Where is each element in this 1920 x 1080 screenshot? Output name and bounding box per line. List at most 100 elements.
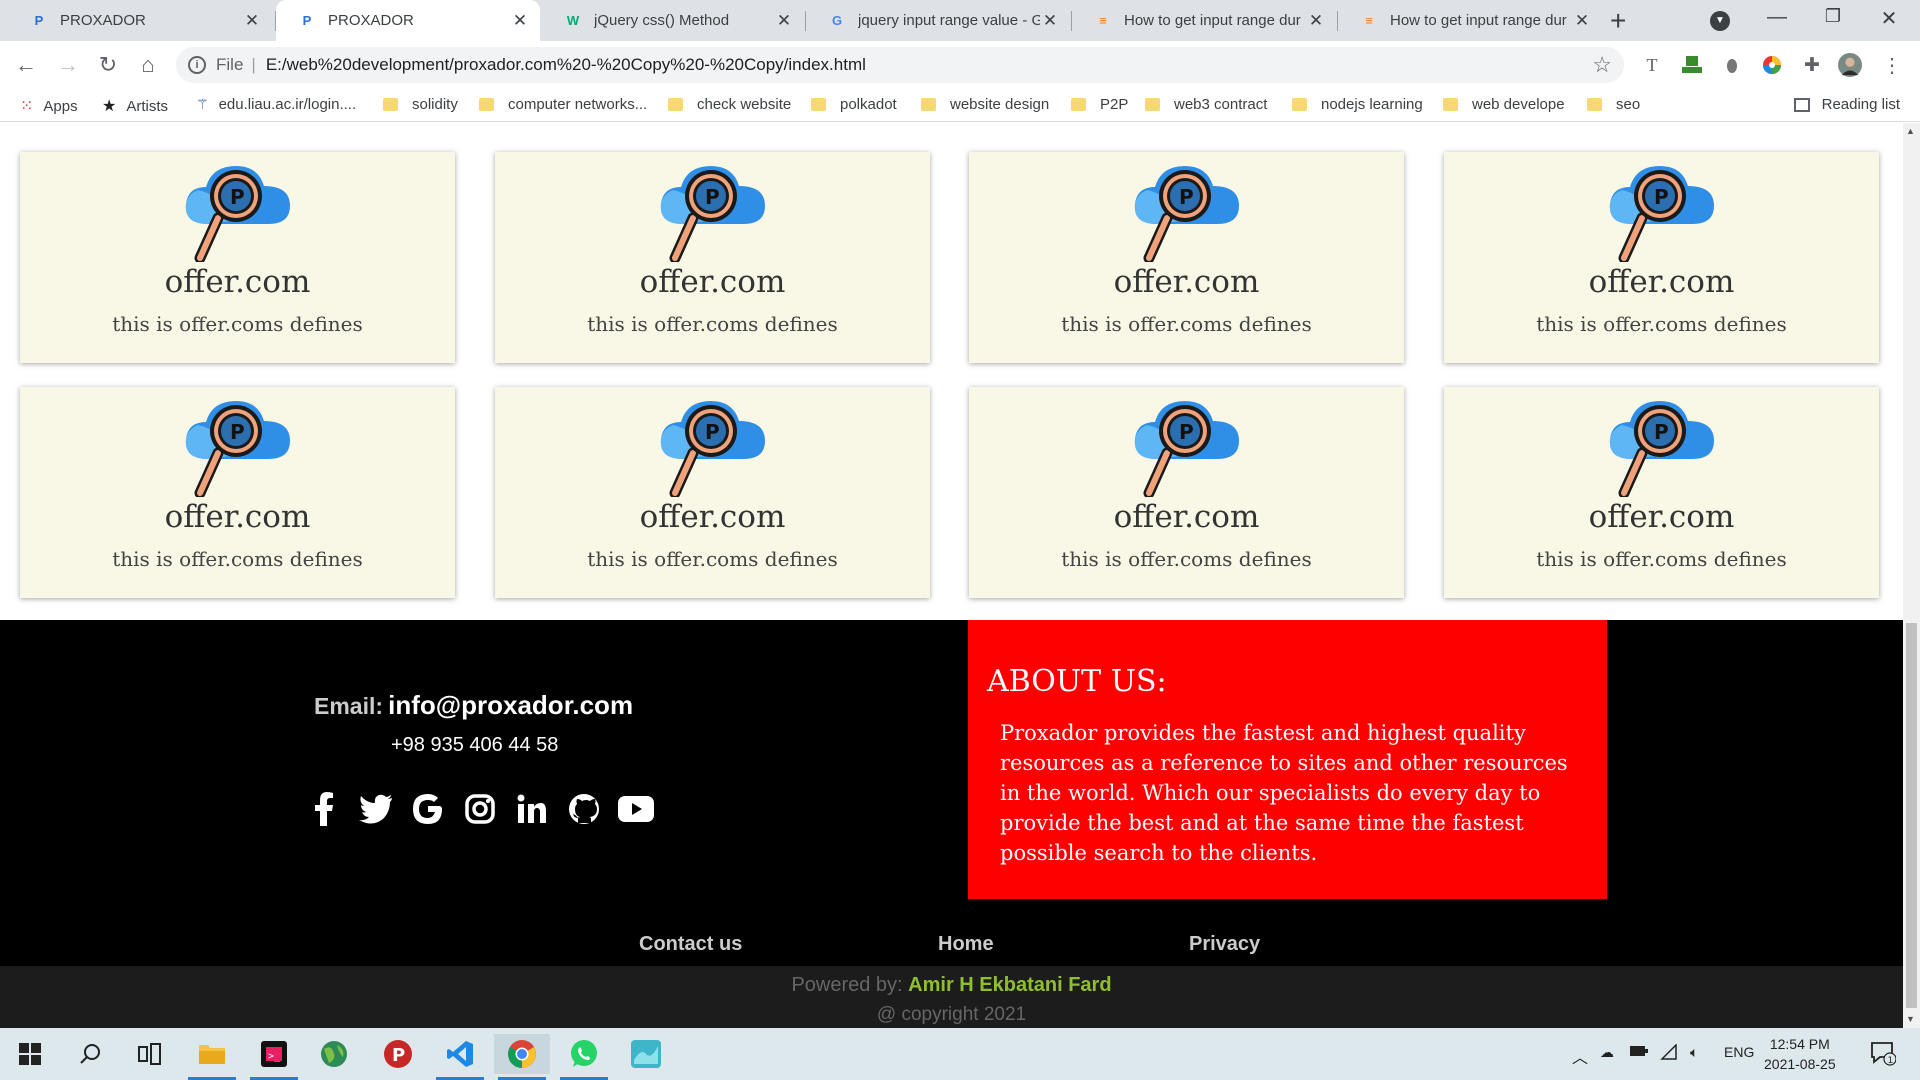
onedrive-cloud-icon[interactable]: ☁ xyxy=(1600,1044,1614,1061)
globe-app-icon[interactable] xyxy=(306,1034,362,1074)
volume-icon[interactable]: 🔈︎ xyxy=(1690,1044,1698,1061)
offer-card[interactable]: offer.com this is offer.coms defines xyxy=(495,387,930,598)
bookmark-folder[interactable]: computer networks... xyxy=(479,96,647,113)
offer-card[interactable]: offer.com this is offer.coms defines xyxy=(1444,387,1879,598)
reload-icon[interactable]: ↻ xyxy=(94,51,122,79)
profile-avatar[interactable] xyxy=(1838,53,1862,77)
offer-card[interactable]: offer.com this is offer.coms defines xyxy=(969,387,1404,598)
browser-tab[interactable]: ≡ How to get input range dur ✕ xyxy=(1338,0,1602,41)
html-extension-icon[interactable] xyxy=(1680,53,1704,77)
browser-tab[interactable]: G jquery input range value - G ✕ xyxy=(806,0,1070,41)
system-clock[interactable]: 12:54 PM 2021-08-25 xyxy=(1764,1034,1836,1074)
footer-link-privacy[interactable]: Privacy xyxy=(1189,933,1260,956)
card-description: this is offer.coms defines xyxy=(1536,312,1787,336)
address-bar[interactable]: i File | E:/web%20development/proxador.c… xyxy=(176,47,1624,83)
translate-extension-icon[interactable]: T xyxy=(1640,53,1664,77)
task-view-icon[interactable] xyxy=(122,1034,178,1074)
url-text[interactable]: E:/web%20development/proxador.com%20-%20… xyxy=(266,55,866,75)
linkedin-icon[interactable] xyxy=(513,790,551,828)
chrome-icon[interactable] xyxy=(494,1034,550,1080)
bookmark-folder[interactable]: polkadot xyxy=(811,96,897,113)
bookmark-folder[interactable]: check website xyxy=(668,96,791,113)
author-name: Amir H Ekbatani Fard xyxy=(908,974,1112,996)
folder-icon xyxy=(811,98,826,111)
mail-app-icon[interactable] xyxy=(618,1034,674,1074)
proxador-app-icon[interactable]: P xyxy=(370,1034,426,1074)
bookmark-folder[interactable]: web3 contract xyxy=(1145,96,1267,113)
youtube-icon[interactable] xyxy=(617,790,655,828)
file-explorer-icon[interactable] xyxy=(184,1034,240,1080)
proxador-logo-icon xyxy=(1602,154,1720,262)
bookmark-folder[interactable]: solidity xyxy=(383,96,458,113)
restore-icon[interactable]: ❐ xyxy=(1810,6,1856,27)
apps-grid-icon: ⁙ xyxy=(20,98,34,115)
university-icon: ⚚ xyxy=(196,96,209,112)
forward-arrow-icon[interactable]: → xyxy=(54,51,82,79)
vscode-icon[interactable] xyxy=(432,1034,488,1080)
instagram-icon[interactable] xyxy=(461,790,499,828)
home-icon[interactable]: ⌂ xyxy=(134,51,162,79)
language-indicator[interactable]: ENG xyxy=(1724,1044,1754,1060)
footer-link-home[interactable]: Home xyxy=(938,933,994,956)
site-info-icon[interactable]: i xyxy=(188,56,206,74)
browser-tab[interactable]: W jQuery css() Method ✕ xyxy=(542,0,804,41)
terminal-icon[interactable]: >_ xyxy=(246,1034,302,1080)
browser-tab[interactable]: ≡ How to get input range dur ✕ xyxy=(1072,0,1336,41)
bookmark-folder[interactable]: seo xyxy=(1587,96,1640,113)
notifications-icon[interactable]: 1 xyxy=(1870,1040,1897,1069)
bookmark-star-icon[interactable]: ☆ xyxy=(1592,52,1612,78)
bookmark-apps[interactable]: ⁙ Apps xyxy=(20,96,78,116)
browser-tab[interactable]: P PROXADOR ✕ xyxy=(8,0,272,41)
bookmark-folder[interactable]: nodejs learning xyxy=(1292,96,1423,113)
bookmark-folder[interactable]: P2P xyxy=(1071,96,1128,113)
github-icon[interactable] xyxy=(565,790,603,828)
offer-card[interactable]: offer.com this is offer.coms defines xyxy=(20,152,455,363)
new-tab-button[interactable]: + xyxy=(1610,5,1626,37)
close-tab-icon[interactable]: ✕ xyxy=(774,11,794,31)
bookmark-folder[interactable]: web develope xyxy=(1443,96,1565,113)
whatsapp-icon[interactable] xyxy=(556,1034,612,1080)
close-tab-icon[interactable]: ✕ xyxy=(510,11,530,31)
scrollbar-thumb[interactable] xyxy=(1906,623,1917,1008)
tab-title: How to get input range dur xyxy=(1390,12,1567,29)
extensions-puzzle-icon[interactable]: ✚ xyxy=(1800,53,1824,77)
tab-title: PROXADOR xyxy=(328,12,414,29)
twitter-icon[interactable] xyxy=(357,790,395,828)
scroll-up-arrow-icon[interactable]: ▲ xyxy=(1906,126,1915,136)
w3schools-icon: W xyxy=(566,13,580,28)
tray-overflow-chevron-icon[interactable]: ︿ xyxy=(1572,1044,1588,1068)
wifi-icon[interactable] xyxy=(1660,1043,1678,1063)
card-description: this is offer.coms defines xyxy=(1061,547,1312,571)
tab-search-icon[interactable]: ▼ xyxy=(1710,11,1730,31)
close-tab-icon[interactable]: ✕ xyxy=(1040,11,1060,31)
email-link[interactable]: info@proxador.com xyxy=(388,690,633,720)
reading-list-button[interactable]: Reading list xyxy=(1793,96,1900,113)
close-tab-icon[interactable]: ✕ xyxy=(242,11,262,31)
close-tab-icon[interactable]: ✕ xyxy=(1306,11,1326,31)
facebook-icon[interactable] xyxy=(305,790,343,828)
offer-card[interactable]: offer.com this is offer.coms defines xyxy=(1444,152,1879,363)
bookmark-artists[interactable]: ★ Artists xyxy=(102,96,168,116)
search-icon[interactable] xyxy=(62,1034,118,1074)
offer-card[interactable]: offer.com this is offer.coms defines xyxy=(495,152,930,363)
color-wheel-extension-icon[interactable] xyxy=(1760,53,1784,77)
browser-tab-active[interactable]: P PROXADOR ✕ xyxy=(276,0,540,41)
bookmark-folder[interactable]: website design xyxy=(921,96,1049,113)
google-icon[interactable] xyxy=(409,790,447,828)
minimize-icon[interactable]: — xyxy=(1754,6,1800,29)
svg-text:>_: >_ xyxy=(268,1051,281,1062)
page-scrollbar[interactable]: ▲ ▼ xyxy=(1903,123,1920,1028)
offer-card[interactable]: offer.com this is offer.coms defines xyxy=(20,387,455,598)
back-arrow-icon[interactable]: ← xyxy=(12,51,40,79)
email-label: Email: xyxy=(314,693,384,719)
close-window-icon[interactable]: ✕ xyxy=(1866,6,1912,31)
scroll-down-arrow-icon[interactable]: ▼ xyxy=(1906,1014,1915,1024)
menu-kebab-icon[interactable]: ⋮ xyxy=(1880,53,1904,77)
battery-icon[interactable] xyxy=(1630,1044,1648,1060)
offer-card[interactable]: offer.com this is offer.coms defines xyxy=(969,152,1404,363)
close-tab-icon[interactable]: ✕ xyxy=(1572,11,1592,31)
footer-link-contact[interactable]: Contact us xyxy=(639,933,742,956)
start-icon[interactable] xyxy=(2,1034,58,1074)
bookmark-edu[interactable]: ⚚ edu.liau.ac.ir/login.... xyxy=(196,96,356,113)
bug-extension-icon[interactable] xyxy=(1720,53,1744,77)
